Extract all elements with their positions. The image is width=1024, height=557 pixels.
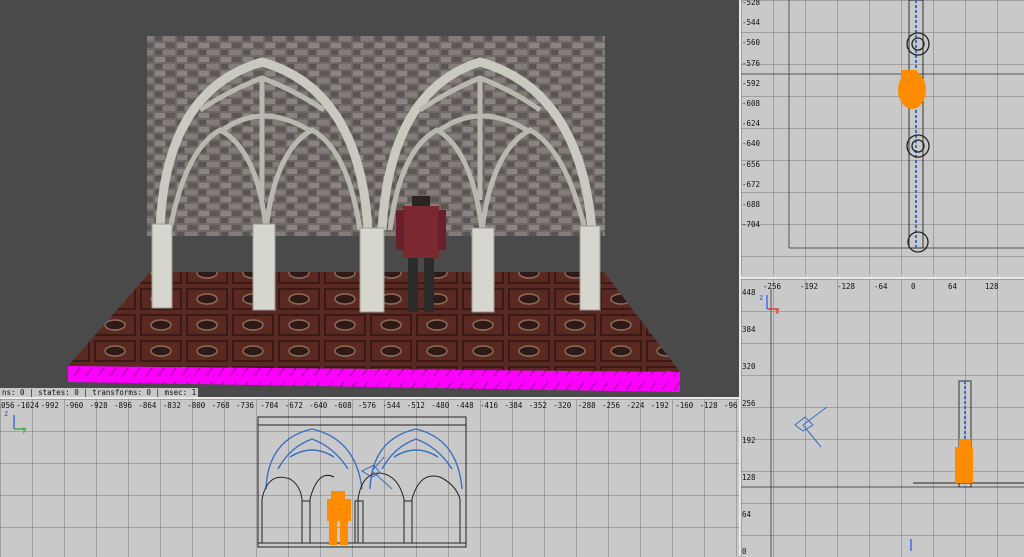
top-wireframe <box>741 0 1024 253</box>
scene-render <box>68 36 680 392</box>
front-character-silhouette <box>327 491 351 545</box>
front-ortho-viewport[interactable]: -1056-1024-992-960-928-896-864-832-800-7… <box>0 397 739 557</box>
top-character-silhouette <box>898 70 926 109</box>
side-character-silhouette <box>955 439 973 483</box>
status-line: ns: 0 | states: 0 | transforms: 0 | msec… <box>0 388 199 397</box>
viewport-divider <box>739 0 741 555</box>
perspective-viewport[interactable]: ns: 0 | states: 0 | transforms: 0 | msec… <box>0 0 739 397</box>
front-axis-right-label: y <box>22 425 27 434</box>
front-axis-up-label: z <box>4 409 9 418</box>
side-axis-up-label: z <box>759 293 764 302</box>
front-wireframe <box>13 415 467 548</box>
top-ortho-viewport[interactable]: -528 -544 -560 -576 -592 -608 -624 -640 -656 -672… <box>741 0 1024 275</box>
side-axis-right-label: x <box>775 307 780 316</box>
side-ortho-viewport[interactable]: -256 -192 -128 -64 0 64 128 448 384 320 256 192 128… <box>741 277 1024 557</box>
side-wireframe <box>741 289 1024 557</box>
